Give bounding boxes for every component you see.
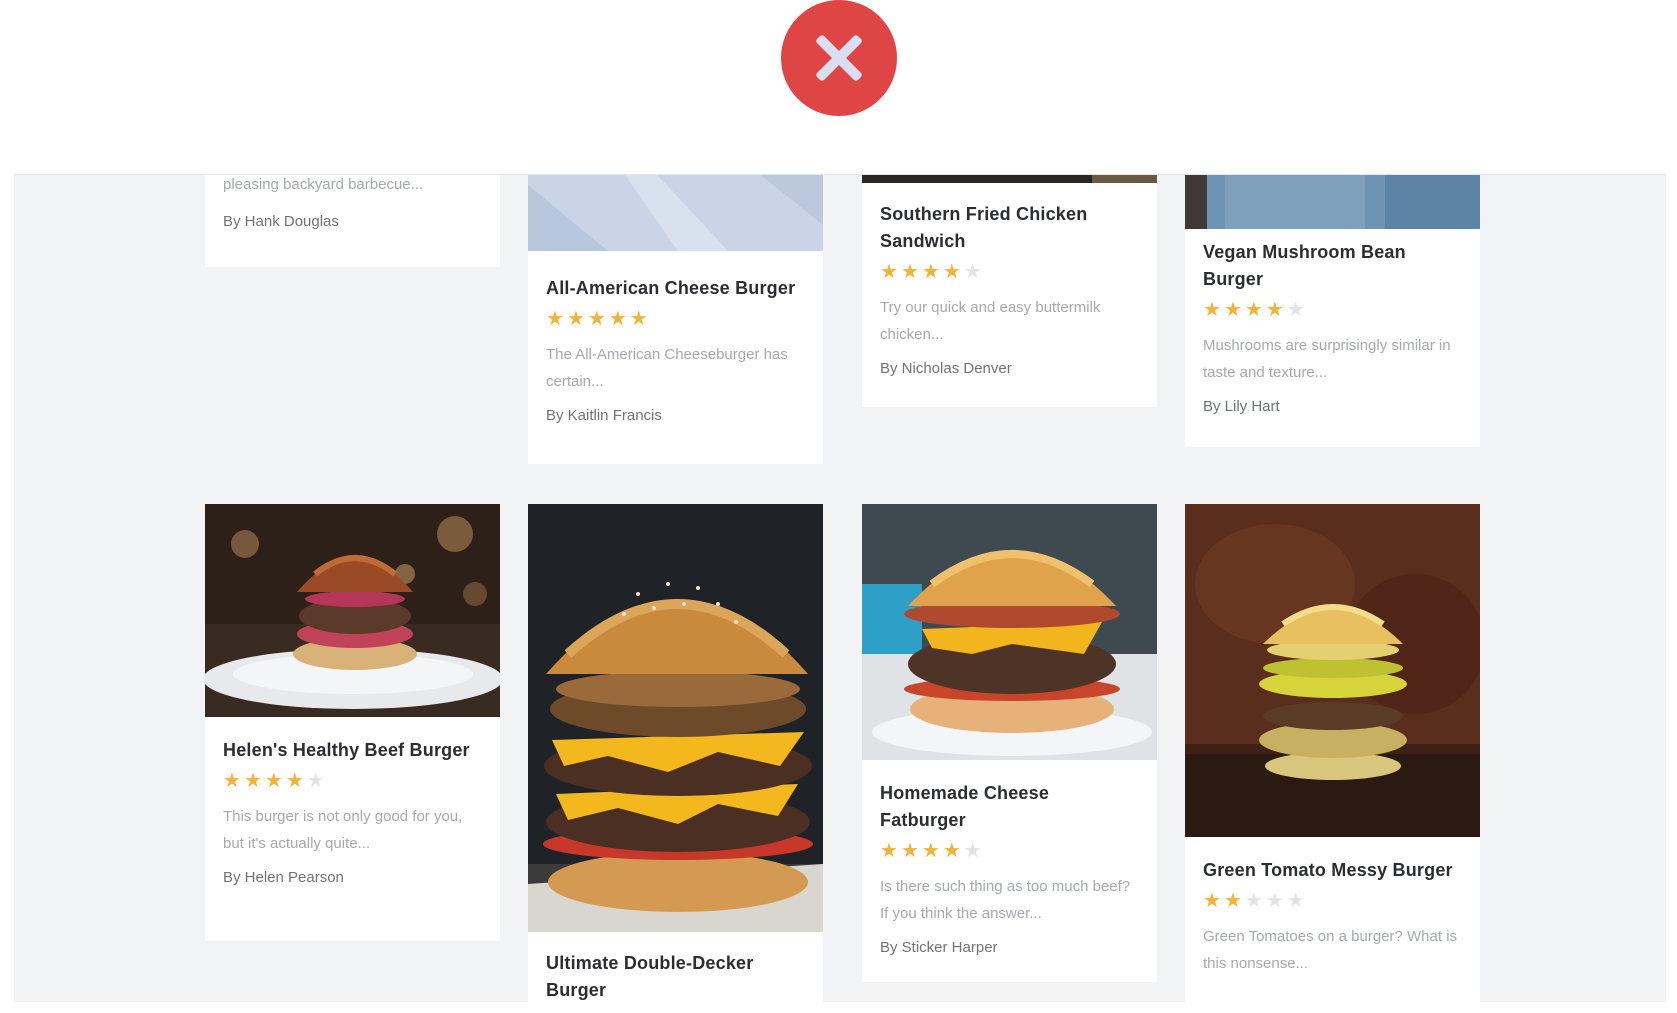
recipe-card[interactable]: Green Tomato Messy Burger ★★★★★ Green To… [1185,504,1480,1002]
recipe-description: Is there such thing as too much beef? If… [880,878,1131,922]
recipe-title[interactable]: Vegan Mushroom Bean Burger [1203,239,1462,293]
recipe-author[interactable]: By Lily Hart [1203,396,1462,418]
panel-bottom-edge [14,1002,1666,1013]
close-button[interactable] [781,0,897,116]
recipe-description: Mushrooms are surprisingly similar in ta… [1203,337,1451,381]
star-icon: ★ [963,261,985,283]
recipe-image[interactable] [1185,504,1480,837]
star-icon: ★ [608,308,630,330]
recipe-image[interactable] [528,175,823,251]
recipe-image[interactable] [1185,175,1480,229]
recipe-author[interactable]: By Helen Pearson [223,867,482,889]
recipe-card[interactable]: All-American Cheese Burger ★★★★★ The All… [528,175,823,464]
star-icon: ★ [1244,890,1266,912]
star-icon: ★ [264,770,286,792]
recipe-description: Green Tomatoes on a burger? What is this… [1203,928,1458,972]
recipe-card[interactable]: Helen's Healthy Beef Burger ★★★★★ This b… [205,504,500,941]
rating-stars: ★★★★★ [880,260,1139,284]
recipe-title[interactable]: Ultimate Double-Decker Burger [546,950,805,1002]
star-icon: ★ [1286,890,1308,912]
star-icon: ★ [921,261,943,283]
recipe-author[interactable]: By Nicholas Denver [880,358,1139,380]
recipe-title[interactable]: Southern Fried Chicken Sandwich [880,201,1139,255]
star-icon: ★ [587,308,609,330]
recipe-image[interactable] [528,504,823,932]
rating-stars: ★★★★★ [546,307,805,331]
recipe-description: Try our quick and easy buttermilk chicke… [880,299,1101,343]
recipe-description: The All-American Cheeseburger has certai… [546,346,788,390]
recipe-title[interactable]: Helen's Healthy Beef Burger [223,737,482,764]
star-icon: ★ [942,840,964,862]
star-icon: ★ [1265,299,1287,321]
rating-stars: ★★★★★ [1203,889,1462,913]
star-icon: ★ [900,840,922,862]
star-icon: ★ [285,770,307,792]
star-icon: ★ [1223,299,1245,321]
star-icon: ★ [629,308,651,330]
recipe-image[interactable] [862,504,1157,760]
star-icon: ★ [306,770,328,792]
recipe-card[interactable]: Vegan Mushroom Bean Burger ★★★★★ Mushroo… [1185,175,1480,447]
star-icon: ★ [1203,299,1224,321]
recipe-author[interactable]: By Kaitlin Francis [546,405,805,427]
star-icon: ★ [942,261,964,283]
recipe-description: pleasing backyard barbecue... [223,176,424,193]
star-icon: ★ [1244,299,1266,321]
star-icon: ★ [1286,299,1308,321]
star-icon: ★ [1203,890,1224,912]
recipe-title[interactable]: Homemade Cheese Fatburger [880,780,1139,834]
recipe-grid-panel[interactable]: pleasing backyard barbecue... By Hank Do… [14,174,1666,1002]
recipe-card[interactable]: Homemade Cheese Fatburger ★★★★★ Is there… [862,504,1157,982]
recipe-title[interactable]: Green Tomato Messy Burger [1203,857,1462,884]
star-icon: ★ [880,261,901,283]
star-icon: ★ [963,840,985,862]
recipe-title[interactable]: All-American Cheese Burger [546,275,805,302]
rating-stars: ★★★★★ [1203,298,1462,322]
star-icon: ★ [880,840,901,862]
recipe-image[interactable] [205,504,500,717]
recipe-card[interactable]: Southern Fried Chicken Sandwich ★★★★★ Tr… [862,175,1157,407]
recipe-card[interactable]: Ultimate Double-Decker Burger [528,504,823,1002]
recipe-author[interactable]: By Hank Douglas [223,211,482,233]
recipe-image[interactable] [862,175,1157,183]
star-icon: ★ [243,770,265,792]
star-icon: ★ [566,308,588,330]
recipe-gallery-screen: pleasing backyard barbecue... By Hank Do… [0,0,1677,1013]
star-icon: ★ [921,840,943,862]
star-icon: ★ [223,770,244,792]
rating-stars: ★★★★★ [223,769,482,793]
star-icon: ★ [900,261,922,283]
rating-stars: ★★★★★ [880,839,1139,863]
recipe-author[interactable]: By Sticker Harper [880,937,1139,959]
recipe-card[interactable]: pleasing backyard barbecue... By Hank Do… [205,175,500,267]
star-icon: ★ [546,308,567,330]
star-icon: ★ [1223,890,1245,912]
recipe-description: This burger is not only good for you, bu… [223,808,463,852]
star-icon: ★ [1265,890,1287,912]
